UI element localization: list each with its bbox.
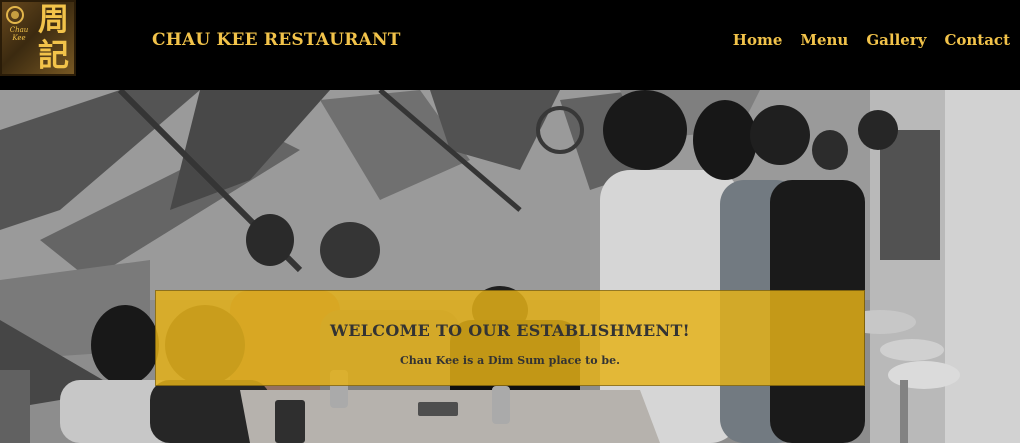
main-navigation: Home Menu Gallery Contact	[733, 31, 1010, 49]
nav-link-home[interactable]: Home	[733, 31, 783, 49]
logo-subtitle: Chau Kee	[9, 26, 29, 42]
logo-seal-icon	[6, 6, 24, 24]
hero-section: WELCOME TO OUR ESTABLISHMENT! Chau Kee i…	[0, 90, 1020, 443]
site-header: Chau Kee 周記 CHAU KEE RESTAURANT Home Men…	[0, 0, 1020, 90]
nav-link-contact[interactable]: Contact	[944, 31, 1010, 49]
restaurant-name: CHAU KEE RESTAURANT	[152, 30, 401, 50]
welcome-banner: WELCOME TO OUR ESTABLISHMENT! Chau Kee i…	[155, 290, 865, 386]
nav-link-gallery[interactable]: Gallery	[866, 31, 926, 49]
nav-link-menu[interactable]: Menu	[800, 31, 848, 49]
hero-background-photo	[0, 90, 1020, 443]
welcome-heading: WELCOME TO OUR ESTABLISHMENT!	[329, 321, 691, 340]
restaurant-logo[interactable]: Chau Kee 周記	[0, 0, 76, 76]
welcome-subtitle: Chau Kee is a Dim Sum place to be.	[400, 354, 620, 367]
logo-chinese-characters: 周記	[38, 2, 69, 74]
